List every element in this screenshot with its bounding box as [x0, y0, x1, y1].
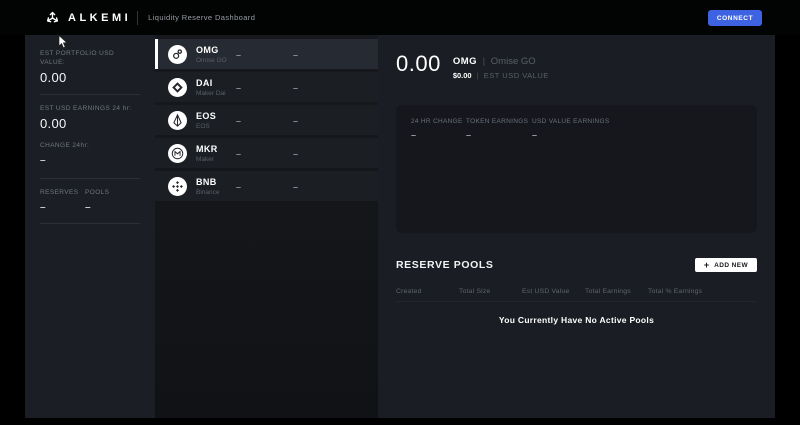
detail-separator: |	[482, 56, 486, 67]
eos-icon	[168, 110, 187, 130]
token-symbol: EOS	[196, 110, 217, 121]
token-balance: –	[236, 116, 242, 126]
add-new-pool-button[interactable]: + ADD NEW	[694, 258, 757, 272]
token-row-bnb[interactable]: BNB Binance – –	[155, 171, 378, 201]
column-est-usd-value: Est USD Value	[522, 288, 570, 295]
omg-icon	[168, 44, 187, 64]
token-balance: –	[236, 182, 242, 192]
portfolio-value-label: EST PORTFOLIO USD VALUE:	[40, 50, 115, 66]
token-symbol: DAI	[196, 77, 213, 88]
earnings-value: 0.00	[40, 116, 67, 131]
token-list: OMG Omise GO – – DAI Maker Dai – – EOS E…	[155, 35, 378, 418]
token-balance: –	[236, 50, 242, 60]
column-created: Created	[396, 288, 422, 295]
pools-label: POOLS	[85, 189, 110, 196]
brand-name: ALKEMI	[68, 11, 132, 24]
token-name: Maker Dai	[196, 89, 226, 97]
column-total-earnings: Total Earnings	[585, 288, 631, 295]
topbar-divider	[137, 10, 139, 25]
token-balance: –	[236, 149, 242, 159]
token-stats-card: 24 HR CHANGE – TOKEN EARNINGS – USD VALU…	[396, 105, 757, 233]
portfolio-value: 0.00	[40, 70, 67, 85]
page-title: Liquidity Reserve Dashboard	[148, 13, 256, 22]
brand: ALKEMI	[45, 10, 131, 25]
column-total-pct-earnings: Total % Earnings	[648, 288, 703, 295]
detail-token-symbol: OMG	[452, 56, 478, 67]
token-row-omg[interactable]: OMG Omise GO – –	[155, 39, 378, 69]
sidebar-divider	[40, 178, 140, 179]
detail-token-name: Omise GO	[490, 56, 536, 67]
plus-icon: +	[703, 259, 710, 270]
pools-table-header: Created Total Size Est USD Value Total E…	[396, 288, 757, 302]
portfolio-sidebar: EST PORTFOLIO USD VALUE: 0.00 EST USD EA…	[25, 35, 155, 418]
token-balance: –	[236, 83, 242, 93]
token-value: –	[293, 83, 299, 93]
token-symbol: MKR	[196, 143, 218, 154]
token-row-eos[interactable]: EOS EOS – –	[155, 105, 378, 135]
top-bar: ALKEMI Liquidity Reserve Dashboard CONNE…	[0, 0, 800, 35]
token-detail-header: 0.00 OMG | Omise GO $0.00 | EST USD VALU…	[396, 51, 757, 81]
stat-usd-value-earnings: USD VALUE EARNINGS –	[532, 118, 610, 140]
stat-token-earnings: TOKEN EARNINGS –	[466, 118, 529, 140]
bnb-icon	[168, 176, 187, 196]
empty-pools-message: You Currently Have No Active Pools	[498, 315, 655, 325]
reserve-pools-title: RESERVE POOLS	[396, 259, 494, 271]
token-value: –	[293, 182, 299, 192]
reserves-value: –	[40, 202, 46, 213]
token-symbol: BNB	[196, 176, 217, 187]
column-total-size: Total Size	[459, 288, 491, 295]
detail-usd-label: EST USD VALUE	[483, 71, 549, 80]
sidebar-divider	[40, 94, 140, 95]
mkr-icon	[168, 143, 187, 163]
token-balance-large: 0.00	[396, 51, 441, 76]
change-value: –	[40, 155, 46, 166]
token-name: EOS	[196, 122, 210, 130]
alkemi-triskelion-icon	[46, 11, 59, 23]
dai-icon	[168, 77, 187, 97]
pools-value: –	[85, 202, 91, 213]
detail-usd-value: $0.00	[452, 71, 472, 80]
token-name: Maker	[196, 155, 215, 163]
sidebar-divider	[40, 223, 140, 224]
earnings-label: EST USD EARNINGS 24 hr:	[40, 105, 132, 112]
reserves-label: RESERVES	[40, 189, 79, 196]
token-detail-panel: 0.00 OMG | Omise GO $0.00 | EST USD VALU…	[378, 35, 775, 418]
connect-button[interactable]: CONNECT	[708, 10, 762, 26]
token-name: Omise GO	[196, 56, 227, 64]
token-value: –	[293, 50, 299, 60]
token-row-dai[interactable]: DAI Maker Dai – –	[155, 72, 378, 102]
token-name: Binance	[196, 188, 220, 196]
token-value: –	[293, 149, 299, 159]
stat-24hr-change: 24 HR CHANGE –	[411, 118, 463, 140]
detail-separator: |	[476, 71, 479, 80]
change-label: CHANGE 24hr:	[40, 142, 90, 149]
token-symbol: OMG	[196, 44, 219, 55]
token-row-mkr[interactable]: MKR Maker – –	[155, 138, 378, 168]
token-value: –	[293, 116, 299, 126]
